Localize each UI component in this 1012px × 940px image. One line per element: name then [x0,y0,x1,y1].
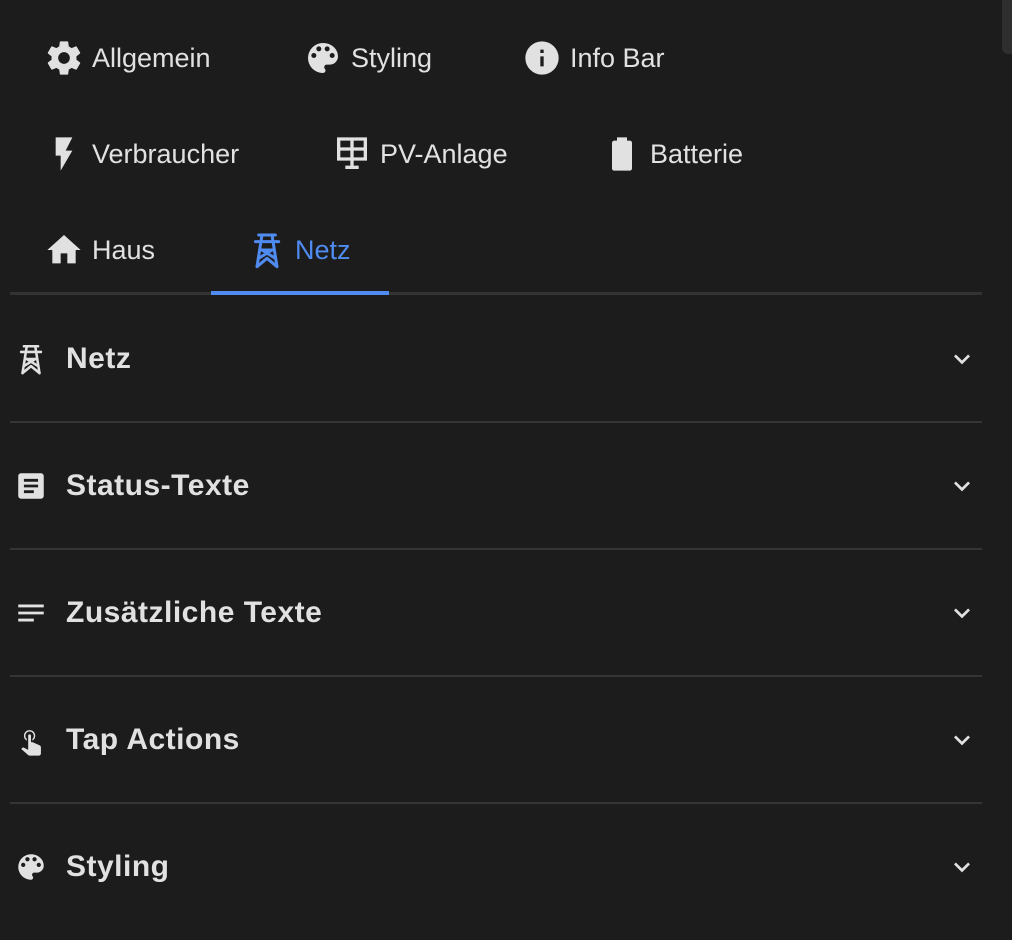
chevron-down-icon[interactable] [946,724,978,756]
transmission-tower-icon [14,342,48,376]
section-list: Netz Status-Texte Zusätzliche Texte Tap … [10,296,982,929]
chevron-down-icon[interactable] [946,343,978,375]
tab-label: Batterie [650,138,744,169]
tab-label: Styling [351,42,433,73]
tab-allgemein[interactable]: Allgemein [44,10,211,106]
tab-haus[interactable]: Haus [44,202,155,298]
section-title: Styling [66,849,170,883]
lightning-icon [44,134,84,174]
chevron-down-icon[interactable] [946,597,978,629]
solar-panel-icon [332,134,372,174]
tab-pv-anlage[interactable]: PV-Anlage [332,106,508,202]
tab-label: Netz [295,234,351,265]
text-box-icon [14,469,48,503]
chevron-down-icon[interactable] [946,470,978,502]
section-tap-actions[interactable]: Tap Actions [10,677,982,804]
palette-icon [303,38,343,78]
tabs-divider [10,292,982,295]
tab-label: Haus [92,234,156,265]
tab-info-bar[interactable]: Info Bar [522,10,665,106]
tab-label: Info Bar [570,42,665,73]
section-zusaetzliche-texte[interactable]: Zusätzliche Texte [10,550,982,677]
active-tab-indicator [211,291,389,295]
tab-label: Verbraucher [92,138,240,169]
section-netz[interactable]: Netz [10,296,982,423]
info-icon [522,38,562,78]
gear-icon [44,38,84,78]
gesture-tap-icon [14,723,48,757]
tab-batterie[interactable]: Batterie [602,106,743,202]
palette-icon [14,850,48,884]
section-title: Tap Actions [66,722,240,756]
section-title: Zusätzliche Texte [66,595,323,629]
text-lines-icon [14,596,48,630]
tab-styling[interactable]: Styling [303,10,432,106]
chevron-down-icon[interactable] [946,851,978,883]
transmission-tower-icon [247,230,287,270]
section-title: Status-Texte [66,468,250,502]
scrollbar-thumb[interactable] [1002,0,1012,54]
tab-bar: Allgemein Styling Info Bar Verbraucher P… [10,0,982,296]
section-styling[interactable]: Styling [10,804,982,929]
tab-verbraucher[interactable]: Verbraucher [44,106,239,202]
tab-label: Allgemein [92,42,211,73]
tab-netz[interactable]: Netz [247,202,351,298]
section-status-texte[interactable]: Status-Texte [10,423,982,550]
home-icon [44,230,84,270]
tab-label: PV-Anlage [380,138,508,169]
battery-icon [602,134,642,174]
section-title: Netz [66,341,132,375]
